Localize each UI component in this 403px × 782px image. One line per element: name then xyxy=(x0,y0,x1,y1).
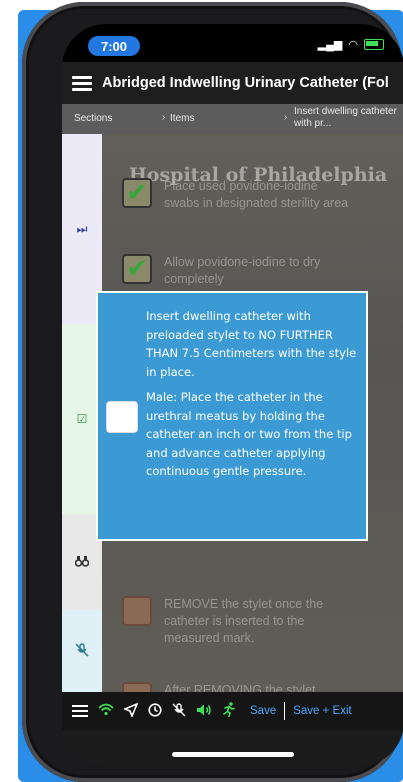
step-checkbox[interactable] xyxy=(106,401,138,433)
status-time: 7:00 xyxy=(88,36,140,56)
wifi-status-icon: ◠ xyxy=(348,39,358,51)
checkbox-checked[interactable]: ✔ xyxy=(122,254,152,284)
list-item-text: After REMOVING the stylet, advance xyxy=(164,683,319,692)
sidebar-mic[interactable] xyxy=(62,610,102,692)
chevron-right-icon: › xyxy=(162,112,166,123)
checkbox-checked[interactable]: ✔ xyxy=(122,178,152,208)
checkbox-icon: ☑ xyxy=(76,412,88,426)
breadcrumb-items[interactable]: Items xyxy=(170,113,194,124)
speaker-icon[interactable] xyxy=(196,703,212,720)
breadcrumb-current: Insert dwelling catheter with pr... xyxy=(294,106,397,129)
breadcrumb: Sections › Items › Insert dwelling cathe… xyxy=(62,104,403,134)
status-icons: ▂▄▆ ◠ xyxy=(318,38,384,51)
notch xyxy=(156,24,312,52)
step-paragraph: Insert dwelling catheter with preloaded … xyxy=(146,309,357,379)
clock-icon[interactable] xyxy=(148,702,162,720)
breadcrumb-sections[interactable]: Sections xyxy=(74,113,112,124)
checkbox-unchecked[interactable] xyxy=(122,596,152,626)
bottom-toolbar: Save Save + Exit xyxy=(62,692,403,730)
running-person-icon[interactable] xyxy=(222,702,236,720)
battery-icon xyxy=(364,39,384,50)
save-button[interactable]: Save xyxy=(250,705,276,717)
skip-icon: ⏭ xyxy=(76,221,88,236)
chevron-right-icon: › xyxy=(284,112,288,123)
mic-off-icon xyxy=(75,642,89,660)
step-paragraph: Male: Place the catheter in the urethral… xyxy=(146,390,352,478)
status-bar: 7:00 ▂▄▆ ◠ xyxy=(62,24,403,62)
home-indicator[interactable] xyxy=(172,752,294,757)
list-item-text: Place used povidone-iodine swabs in desi… xyxy=(164,179,349,210)
mic-off-icon[interactable] xyxy=(172,702,186,720)
app-title: Abridged Indwelling Urinary Catheter (Fo… xyxy=(102,75,389,91)
app-header: Abridged Indwelling Urinary Catheter (Fo… xyxy=(62,62,403,104)
menu-icon[interactable] xyxy=(72,702,88,720)
checkbox-unchecked[interactable] xyxy=(122,682,152,692)
binoculars-icon xyxy=(74,555,90,570)
step-dialog: Insert dwelling catheter with preloaded … xyxy=(96,291,368,541)
menu-icon[interactable] xyxy=(72,73,92,94)
step-instructions: Insert dwelling catheter with preloaded … xyxy=(146,307,360,488)
list-item-text: REMOVE the stylet once the catheter is i… xyxy=(164,597,324,645)
signal-icon: ▂▄▆ xyxy=(317,39,343,51)
save-exit-button[interactable]: Save + Exit xyxy=(293,705,352,717)
wifi-icon[interactable] xyxy=(98,703,114,719)
toolbar-divider xyxy=(284,702,286,720)
location-arrow-icon[interactable] xyxy=(122,702,139,720)
list-item-text: Allow povidone-iodine to dry completely xyxy=(164,255,321,286)
